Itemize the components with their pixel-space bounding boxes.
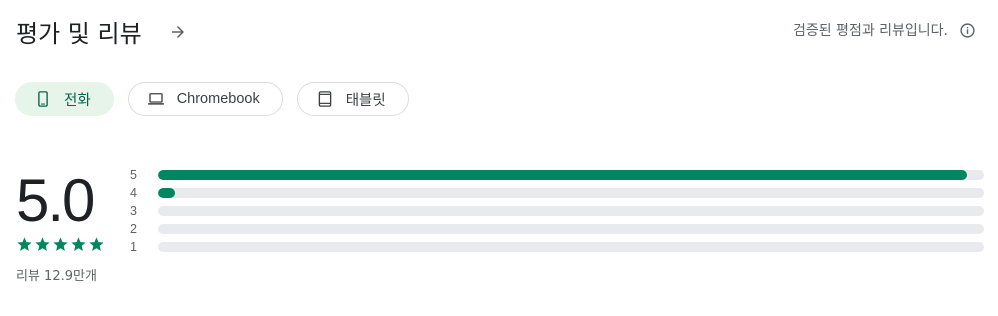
page-title: 평가 및 리뷰 [16, 20, 142, 48]
histogram-label: 3 [130, 204, 137, 218]
star-icon [53, 237, 68, 251]
histogram-row: 3 [130, 202, 984, 220]
rating-summary: 5.0 리뷰 12.9만개 [16, 164, 126, 284]
chip-phone[interactable]: 전화 [15, 82, 114, 116]
histogram-label: 5 [130, 168, 137, 182]
histogram-row: 5 [130, 166, 984, 184]
star-rating [16, 236, 126, 253]
rating-histogram: 5 4 3 2 1 [130, 166, 984, 256]
ratings-header: 평가 및 리뷰 [16, 14, 190, 49]
histogram-label: 1 [130, 240, 137, 254]
histogram-label: 4 [130, 186, 137, 200]
histogram-track [158, 170, 984, 180]
laptop-icon [147, 90, 165, 108]
histogram-row: 1 [130, 238, 984, 256]
verified-text: 검증된 평점과 리뷰입니다. [792, 23, 948, 39]
chip-tablet[interactable]: 태블릿 [296, 82, 409, 116]
arrow-right-icon[interactable] [166, 20, 190, 44]
histogram-row: 4 [130, 184, 984, 202]
average-score: 5.0 [16, 167, 95, 234]
info-icon[interactable] [958, 21, 976, 39]
star-icon [35, 237, 50, 251]
chip-label: 태블릿 [345, 92, 386, 109]
chip-label: 전화 [64, 92, 91, 109]
reviews-count: 리뷰 12.9만개 [16, 269, 97, 284]
phone-icon [34, 90, 52, 108]
histogram-track [158, 206, 984, 216]
star-icon [89, 237, 104, 251]
chip-chromebook[interactable]: Chromebook [127, 82, 283, 116]
histogram-bar [158, 170, 967, 180]
histogram-label: 2 [130, 222, 137, 236]
histogram-track [158, 242, 984, 252]
star-icon [17, 237, 32, 251]
verified-notice: 검증된 평점과 리뷰입니다. [793, 20, 976, 40]
star-icon [71, 237, 86, 251]
device-filter-chips: 전화 Chromebook 태블릿 [15, 82, 409, 116]
histogram-bar [158, 188, 175, 198]
chip-label: Chromebook [176, 91, 260, 107]
histogram-track [158, 188, 984, 198]
histogram-track [158, 224, 984, 234]
tablet-icon [316, 90, 334, 108]
histogram-row: 2 [130, 220, 984, 238]
